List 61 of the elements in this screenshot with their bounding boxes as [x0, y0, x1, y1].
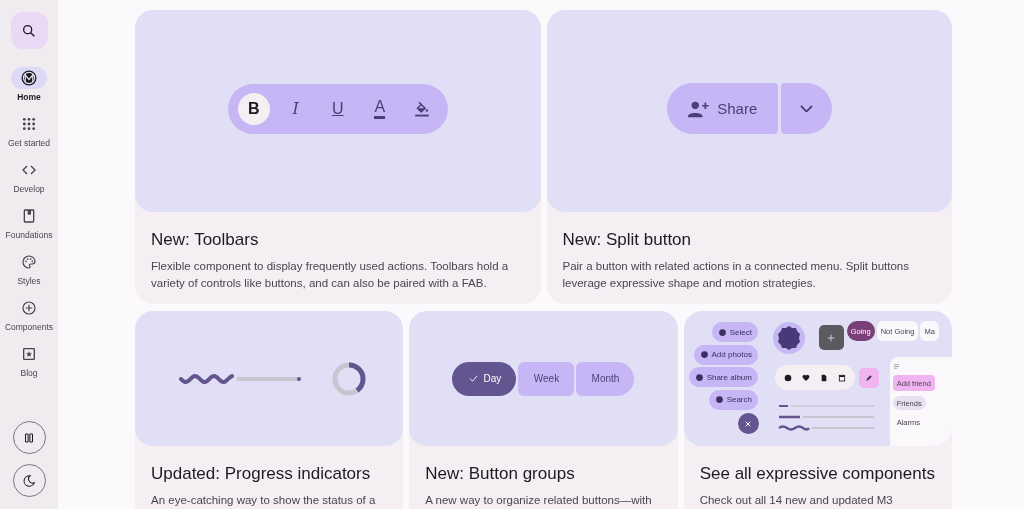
moon-icon — [22, 473, 36, 488]
circle-icon — [714, 395, 724, 404]
menu-chip[interactable]: Search — [708, 389, 758, 410]
add-circle-icon — [21, 300, 37, 316]
card-title: New: Split button — [562, 230, 692, 250]
circle-icon — [694, 372, 704, 382]
circle-icon — [699, 350, 709, 359]
format-button[interactable]: I — [279, 92, 312, 125]
card-title: New: Toolbars — [151, 230, 260, 250]
pause-icon — [22, 430, 36, 445]
nav-item[interactable]: Blog — [0, 343, 58, 378]
share-button[interactable]: Share — [666, 83, 778, 134]
card-description: An eye-catching way to show the status of a — [151, 493, 377, 508]
add-button[interactable] — [818, 325, 844, 350]
card-description: A new way to organize related buttons—with — [425, 493, 653, 508]
logo-icon — [20, 69, 38, 87]
close-icon — [744, 419, 753, 428]
card-title: Updated: Progress indicators — [151, 464, 372, 484]
nav-item[interactable]: Components — [0, 297, 58, 332]
component-card[interactable]: Share New: Split button Pair a button with related actions in a connected menu. Split buttons leverage expressive shape and motion strategies. — [546, 10, 952, 304]
close-button[interactable] — [737, 413, 759, 434]
search-icon — [21, 22, 37, 39]
book-icon — [21, 208, 37, 224]
star-box-icon — [21, 346, 37, 362]
segment-button[interactable]: Month — [576, 361, 635, 396]
chevron-down-icon — [799, 104, 813, 113]
circular-progress — [331, 360, 368, 397]
component-card[interactable]: B I U A New: Toolbars Flexible component to display frequently used actions. Toolbars hold a variety of controls like buttons, and can also be paired with a FAB. — [135, 10, 541, 304]
nav-item[interactable]: Home — [0, 67, 58, 102]
card-title: See all expressive components — [699, 464, 936, 484]
segment-button[interactable]: Day — [452, 361, 517, 396]
segment-button[interactable]: Week — [518, 361, 575, 396]
paint-bucket-icon — [412, 99, 431, 118]
calendar-icon — [837, 373, 846, 382]
palette-icon — [21, 254, 37, 270]
card-description: Flexible component to display frequently used actions. Toolbars hold a variety of controls like buttons, and can also be paired with a FAB. — [151, 259, 510, 291]
format-button[interactable]: B — [237, 92, 270, 125]
component-card[interactable]: Day Week Month New: Button groups A new way to organize related buttons—with — [409, 311, 678, 509]
card-description: Check out all 14 new and updated M3 — [699, 493, 894, 508]
apps-icon — [21, 116, 37, 132]
document-icon — [819, 373, 828, 382]
format-button[interactable]: A — [363, 92, 396, 125]
pencil-icon — [864, 374, 873, 382]
menu-chip[interactable]: Share album — [688, 367, 758, 387]
nav-item[interactable]: Foundations — [0, 205, 58, 240]
format-button[interactable]: U — [321, 92, 354, 125]
menu-chip[interactable]: Add photos — [693, 344, 758, 365]
component-card[interactable]: Updated: Progress indicators An eye-catching way to show the status of a — [135, 311, 404, 509]
edit-button[interactable] — [858, 368, 879, 388]
nav-item[interactable]: Develop — [0, 159, 58, 194]
menu-icon — [892, 363, 900, 370]
card-title: New: Button groups — [425, 464, 576, 484]
card-description: Pair a button with related actions in a connected menu. Split buttons leverage expressive shape and motion strategies. — [562, 259, 910, 291]
circle-icon — [717, 327, 727, 337]
nav-item[interactable]: Get started — [0, 113, 58, 148]
add-icon — [826, 332, 837, 343]
heart-icon — [801, 373, 810, 382]
shape-drawing — [772, 322, 805, 354]
menu-chip[interactable]: Select — [711, 322, 758, 342]
search-button[interactable] — [10, 12, 48, 49]
nav-item[interactable]: Styles — [0, 251, 58, 286]
